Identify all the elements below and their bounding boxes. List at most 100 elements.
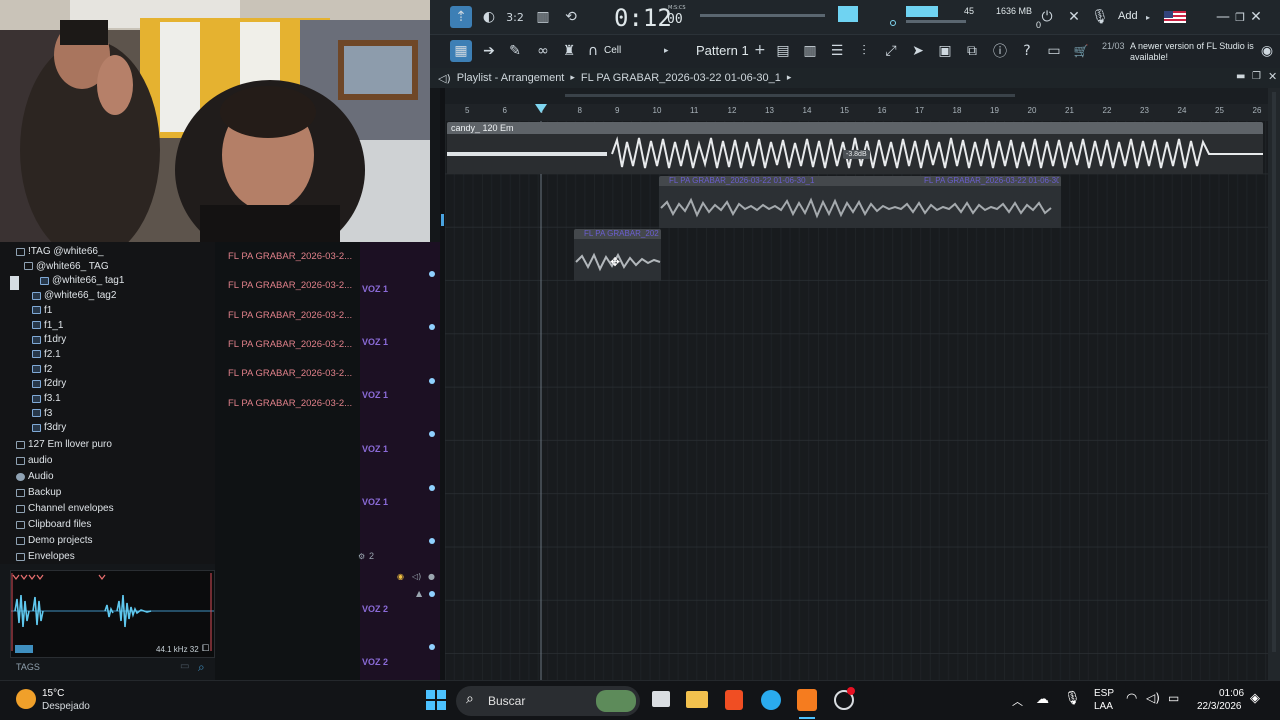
snap-icon[interactable]: ▦ (450, 40, 472, 62)
track-collapse-icon[interactable]: ▲ (416, 589, 422, 598)
track-enable-icon[interactable] (429, 538, 435, 544)
render-icon[interactable]: ⧉ (961, 40, 983, 62)
picker-clip-item[interactable]: FL PA GRABAR_2026-03-2... (228, 251, 352, 262)
volume-icon[interactable]: ◁) (1146, 691, 1160, 705)
track-label[interactable]: VOZ 1 (362, 444, 388, 454)
touch-keyboard-icon[interactable]: ▭ (1043, 40, 1065, 62)
browser-item[interactable]: @white66_ tag2 (32, 288, 116, 303)
browser-item[interactable]: f3dry (32, 420, 66, 435)
panel-minimize-icon[interactable]: ▬ (1236, 71, 1245, 82)
update-notice[interactable]: A newer version of FL Studio is availabl… (1130, 41, 1270, 63)
piano-roll-icon[interactable]: ▥ (799, 40, 821, 62)
picker-clip-item[interactable]: FL PA GRABAR_2026-03-2... (228, 398, 352, 409)
task-view-icon[interactable] (652, 691, 670, 707)
wifi-icon[interactable]: ◠ (1126, 691, 1137, 706)
track-enable-icon[interactable] (429, 485, 435, 491)
arrow-right-icon[interactable]: ➔ (478, 40, 500, 62)
search-icon[interactable]: ⌕ (198, 660, 205, 675)
pattern-prev-icon[interactable]: ▸ (664, 46, 669, 56)
plugin-picker-icon[interactable]: ⤢ (880, 40, 902, 62)
metronome-icon[interactable]: ◐ (478, 6, 500, 28)
browser-item[interactable]: f1dry (32, 332, 66, 347)
scrollbar-thumb[interactable] (1272, 92, 1276, 652)
cart-icon[interactable]: 🛒 (1070, 40, 1092, 62)
track-label[interactable]: VOZ 1 (362, 337, 388, 347)
browser-item[interactable]: f2dry (32, 376, 66, 391)
magnet-icon[interactable]: ∩ (582, 40, 604, 62)
browser-item[interactable]: 127 Em llover puro (16, 437, 112, 452)
browser-item[interactable]: @white66_ TAG (24, 259, 109, 274)
track-enable-icon[interactable] (429, 271, 435, 277)
add-menu-chevron-icon[interactable]: ▸ (1146, 13, 1150, 22)
breadcrumb[interactable]: FL PA GRABAR_2026-03-22 01-06-30_1 (581, 72, 781, 84)
audio-clip-grabar-2[interactable]: FL PA GRABAR_2026-03-2 ✥ (574, 229, 661, 281)
fl-studio-taskbar-icon[interactable] (797, 689, 817, 711)
track-label[interactable]: VOZ 1 (362, 284, 388, 294)
fl-logo-icon[interactable]: ◉ (1256, 40, 1278, 62)
playlist-vertical-scrollbar[interactable] (1268, 88, 1280, 680)
track-mute-icon[interactable]: ◉ (397, 572, 404, 581)
cloud-icon[interactable]: ☁ (1036, 692, 1049, 707)
playhead-marker-icon[interactable] (535, 104, 547, 113)
stamp-icon[interactable]: ♜ (558, 40, 580, 62)
track-label[interactable]: VOZ 2 (362, 657, 388, 667)
browser-item[interactable]: f3.1 (32, 391, 61, 406)
master-volume-knob[interactable] (890, 20, 896, 26)
folder-icon[interactable]: ▭ (180, 661, 189, 672)
track-enable-icon[interactable] (429, 378, 435, 384)
close-cross-icon[interactable]: ✕ (1063, 6, 1085, 28)
track-enable-icon[interactable] (429, 324, 435, 330)
overview-strip[interactable] (445, 88, 1268, 104)
picker-clip-item[interactable]: FL PA GRABAR_2026-03-2... (228, 280, 352, 291)
windows-start-icon[interactable] (426, 690, 446, 710)
breadcrumb-chevron-icon[interactable]: ▸ (787, 73, 792, 83)
browser-item[interactable]: Envelopes (16, 549, 75, 564)
volume-slider[interactable] (906, 20, 966, 23)
info-icon[interactable]: ⓘ (989, 40, 1011, 62)
browser-item[interactable]: Clipboard files (16, 517, 91, 532)
save-icon[interactable]: ▣ (934, 40, 956, 62)
mixer-icon[interactable]: ⫶ (853, 40, 875, 62)
clock-time[interactable]: 01:06 (1219, 688, 1244, 699)
browser-item[interactable]: f1 (32, 303, 52, 318)
master-pitch-slider[interactable] (700, 14, 825, 17)
countdown-icon[interactable]: 3:2 (504, 6, 526, 28)
playlist-icon[interactable]: ▤ (772, 40, 794, 62)
picker-clip-item[interactable]: FL PA GRABAR_2026-03-2... (228, 368, 352, 379)
browser-item[interactable]: f2 (32, 362, 52, 377)
step-edit-icon[interactable]: ▥ (532, 6, 554, 28)
browser-item[interactable]: @white66_ tag1 (40, 273, 124, 288)
track-enable-icon[interactable] (429, 431, 435, 437)
time-display[interactable]: 0:12 (614, 4, 672, 32)
track-label[interactable]: VOZ 1 (362, 390, 388, 400)
microphone-icon[interactable]: 🎙 (1089, 6, 1111, 28)
link-icon[interactable]: ∞ (532, 40, 554, 62)
notifications-icon[interactable]: ◈ (1250, 691, 1260, 706)
language-top[interactable]: ESP (1094, 688, 1114, 699)
track-header-splitter[interactable] (440, 88, 445, 680)
browser-item[interactable]: Audio (16, 469, 54, 484)
pencil-icon[interactable]: ✎ (504, 40, 526, 62)
snap-mode-label[interactable]: Cell (604, 45, 621, 56)
channel-rack-icon[interactable]: ☰ (826, 40, 848, 62)
weather-icon[interactable] (16, 689, 36, 709)
add-pattern-icon[interactable]: + (754, 42, 766, 58)
microphone-tray-icon[interactable]: 🎙 (1064, 691, 1081, 706)
picker-clip-item[interactable]: FL PA GRABAR_2026-03-2... (228, 310, 352, 321)
browser-icon[interactable]: ➤ (907, 40, 929, 62)
track-label[interactable]: VOZ 2 (362, 604, 388, 614)
browser-item[interactable]: !TAG @white66_ (16, 244, 104, 259)
track-enable-icon[interactable] (429, 591, 435, 597)
power-icon[interactable]: ⏻ (1036, 6, 1058, 28)
help-icon[interactable]: ? (1016, 40, 1038, 62)
track-label[interactable]: VOZ 1 (362, 497, 388, 507)
browser-item[interactable]: Channel envelopes (16, 501, 114, 516)
language-bottom[interactable]: LAA (1094, 701, 1113, 712)
track-solo-icon[interactable]: ◁) (412, 572, 421, 581)
browser-item[interactable]: Demo projects (16, 533, 92, 548)
pointer-mode-icon[interactable]: ⇡ (450, 6, 472, 28)
us-flag-icon[interactable] (1164, 11, 1186, 23)
browser-item[interactable]: f3 (32, 406, 52, 421)
sample-info-icon[interactable]: ⧠ (202, 644, 209, 654)
pattern-selector[interactable]: Pattern 1 (696, 43, 749, 58)
